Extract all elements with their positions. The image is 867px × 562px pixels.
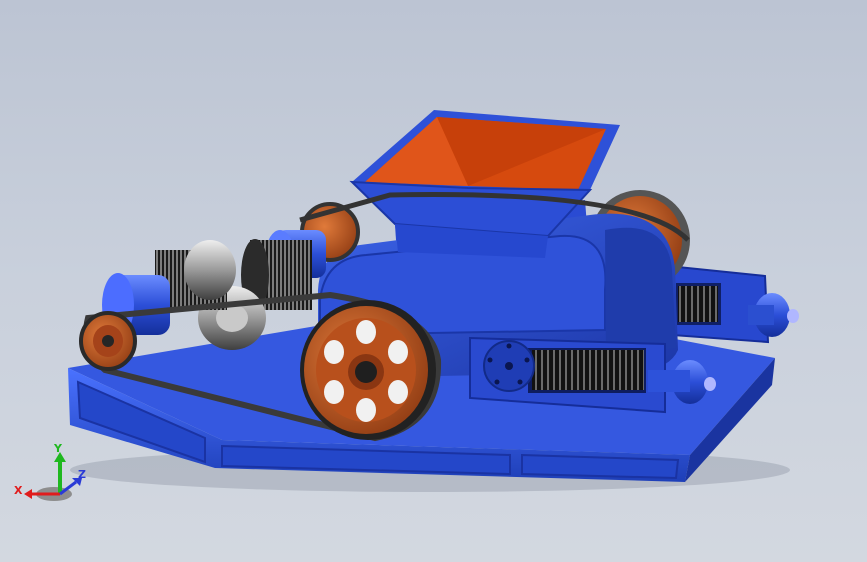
graphics-viewport[interactable]: Y X Z [0, 0, 867, 562]
front-spring [532, 350, 644, 390]
y-axis-label: Y [53, 442, 63, 455]
orientation-triad: Y X Z [14, 442, 86, 501]
roller-crusher-model[interactable] [0, 0, 867, 562]
motor-pulley[interactable] [79, 311, 137, 371]
main-flywheel[interactable] [300, 300, 436, 440]
x-axis-label: X [14, 484, 23, 497]
rear-tension-assembly[interactable] [666, 264, 799, 344]
rear-spring [678, 286, 718, 322]
z-axis-label: Z [78, 468, 86, 481]
